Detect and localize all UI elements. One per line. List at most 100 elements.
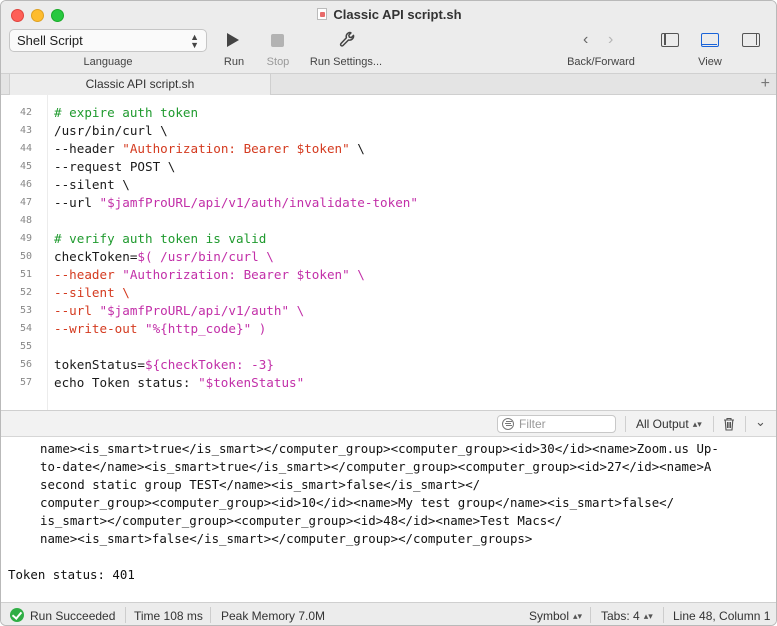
code-token: "Authorization: Bearer $token" <box>122 141 350 156</box>
code-line[interactable]: 45 --request POST \ <box>1 158 776 176</box>
language-select[interactable]: Shell Script ▲ ▼ <box>9 29 207 52</box>
back-icon[interactable]: ‹ <box>583 31 588 49</box>
line-number: 54 <box>19 323 32 334</box>
chevron-down-icon[interactable]: ⌄ <box>755 414 766 430</box>
console-line: second static group TEST</name><is_smart… <box>40 477 481 492</box>
code-text: --header "Authorization: Bearer $token" … <box>54 140 365 158</box>
toggle-left-panel-icon[interactable] <box>661 33 679 47</box>
stop-icon[interactable] <box>271 34 284 47</box>
code-text: --header "Authorization: Bearer $token" … <box>54 266 365 284</box>
checkmark-circle-icon <box>10 608 24 622</box>
view-label: View <box>698 56 722 68</box>
code-text: checkToken=$( /usr/bin/curl \ <box>54 248 274 266</box>
code-token: "Authorization: Bearer $token" <box>122 267 350 282</box>
code-line[interactable]: 56 tokenStatus=${checkToken: -3} <box>1 356 776 374</box>
code-line[interactable]: 53 --url "$jamfProURL/api/v1/auth" \ <box>1 302 776 320</box>
line-number: 48 <box>19 215 32 226</box>
select-arrows-icon: ▴▾ <box>573 611 583 621</box>
line-number: 56 <box>19 359 32 370</box>
code-line[interactable]: 48 <box>1 212 776 230</box>
run-icon[interactable] <box>227 33 239 47</box>
code-line[interactable]: 54 --write-out "%{http_code}" ) <box>1 320 776 338</box>
code-token: "%{http_code}" ) <box>145 321 267 336</box>
code-token: --silent \ <box>54 285 130 300</box>
code-token: tokenStatus= <box>54 357 145 372</box>
line-number: 49 <box>19 233 32 244</box>
code-line[interactable]: 55 <box>1 338 776 356</box>
tab-classic-api-script[interactable]: Classic API script.sh <box>9 74 271 95</box>
code-line[interactable]: 49 # verify auth token is valid <box>1 230 776 248</box>
run-label: Run <box>223 56 245 68</box>
code-line[interactable]: 51 --header "Authorization: Bearer $token… <box>1 266 776 284</box>
code-token: $( /usr/bin/curl \ <box>137 249 274 264</box>
code-text: --url "$jamfProURL/api/v1/auth" \ <box>54 302 304 320</box>
console-line: name><is_smart>true</is_smart></computer… <box>40 441 719 456</box>
console-line: Token status: 401 <box>8 567 135 582</box>
code-line[interactable]: 52 --silent \ <box>1 284 776 302</box>
back-forward-label: Back/Forward <box>567 56 635 68</box>
wrench-icon[interactable] <box>339 31 355 49</box>
shell-script-file-icon <box>317 8 328 20</box>
run-status-text: Run Succeeded <box>30 609 116 623</box>
code-line[interactable]: 42 # expire auth token <box>1 104 776 122</box>
code-token: --url <box>54 303 100 318</box>
divider <box>663 607 664 623</box>
line-number: 44 <box>19 143 32 154</box>
line-number: 50 <box>19 251 32 262</box>
code-text: # verify auth token is valid <box>54 230 266 248</box>
code-line[interactable]: 57 echo Token status: "$tokenStatus" <box>1 374 776 392</box>
filter-placeholder: Filter <box>519 417 546 431</box>
code-token: "$jamfProURL/api/v1/auth/invalidate-toke… <box>99 195 418 210</box>
code-token: --write-out <box>54 321 145 336</box>
code-line[interactable]: 43/usr/bin/curl \ <box>1 122 776 140</box>
line-number: 46 <box>19 179 32 190</box>
console-line: name><is_smart>false</is_smart></compute… <box>40 531 533 546</box>
divider <box>590 607 591 623</box>
console-output[interactable]: name><is_smart>true</is_smart></computer… <box>1 437 776 602</box>
add-tab-icon[interactable]: + <box>761 74 770 94</box>
line-number: 47 <box>19 197 32 208</box>
peak-memory-text: Peak Memory 7.0M <box>221 609 326 623</box>
code-token: --url <box>54 195 100 210</box>
code-line[interactable]: 50 checkToken=$( /usr/bin/curl \ <box>1 248 776 266</box>
code-line[interactable]: 46 --silent \ <box>1 176 776 194</box>
code-text: --silent \ <box>54 176 130 194</box>
code-token: \ <box>349 141 365 156</box>
code-line[interactable]: 47 --url "$jamfProURL/api/v1/auth/invalid… <box>1 194 776 212</box>
output-select[interactable]: All Output ▴▾ <box>636 417 702 431</box>
line-number: 52 <box>19 287 32 298</box>
code-line[interactable]: 44 --header "Authorization: Bearer $token… <box>1 140 776 158</box>
status-bar: Run Succeeded Time 108 ms Peak Memory 7.… <box>1 602 776 625</box>
code-text: tokenStatus=${checkToken: -3} <box>54 356 274 374</box>
select-arrows-icon: ▲ ▼ <box>190 32 199 50</box>
toggle-right-panel-icon[interactable] <box>742 33 760 47</box>
console-line: computer_group><computer_group><id>10</i… <box>40 495 675 510</box>
run-settings-label: Run Settings... <box>309 56 383 68</box>
console-line: to-date</name><is_smart>true</is_smart><… <box>40 459 712 474</box>
stop-label: Stop <box>266 56 290 68</box>
run-time-text: Time 108 ms <box>134 609 203 623</box>
output-toolbar: Filter All Output ▴▾ ⌄ <box>1 410 776 437</box>
line-number: 45 <box>19 161 32 172</box>
code-token: --header <box>54 141 123 156</box>
code-token: # verify auth token is valid <box>54 231 267 246</box>
symbol-menu[interactable]: Symbol ▴▾ <box>529 609 582 623</box>
filter-input[interactable]: Filter <box>497 415 616 433</box>
language-label: Language <box>83 56 133 68</box>
select-arrows-icon: ▴▾ <box>692 419 702 429</box>
code-text: /usr/bin/curl \ <box>54 122 168 140</box>
code-editor[interactable]: 42 # expire auth token 43/usr/bin/curl \ 44… <box>1 95 776 410</box>
code-token: --silent \ <box>54 177 130 192</box>
line-number: 53 <box>19 305 32 316</box>
code-text: --request POST \ <box>54 158 175 176</box>
tabs-menu[interactable]: Tabs: 4 ▴▾ <box>601 609 653 623</box>
trash-icon[interactable] <box>723 417 735 431</box>
code-token: # expire auth token <box>54 105 199 120</box>
window-title-text: Classic API script.sh <box>333 7 462 22</box>
code-token: --request POST \ <box>54 159 176 174</box>
forward-icon[interactable]: › <box>608 31 613 49</box>
divider <box>210 607 211 623</box>
code-token: --header <box>54 267 123 282</box>
line-number: 42 <box>19 107 32 118</box>
toggle-bottom-panel-icon[interactable] <box>701 33 719 47</box>
